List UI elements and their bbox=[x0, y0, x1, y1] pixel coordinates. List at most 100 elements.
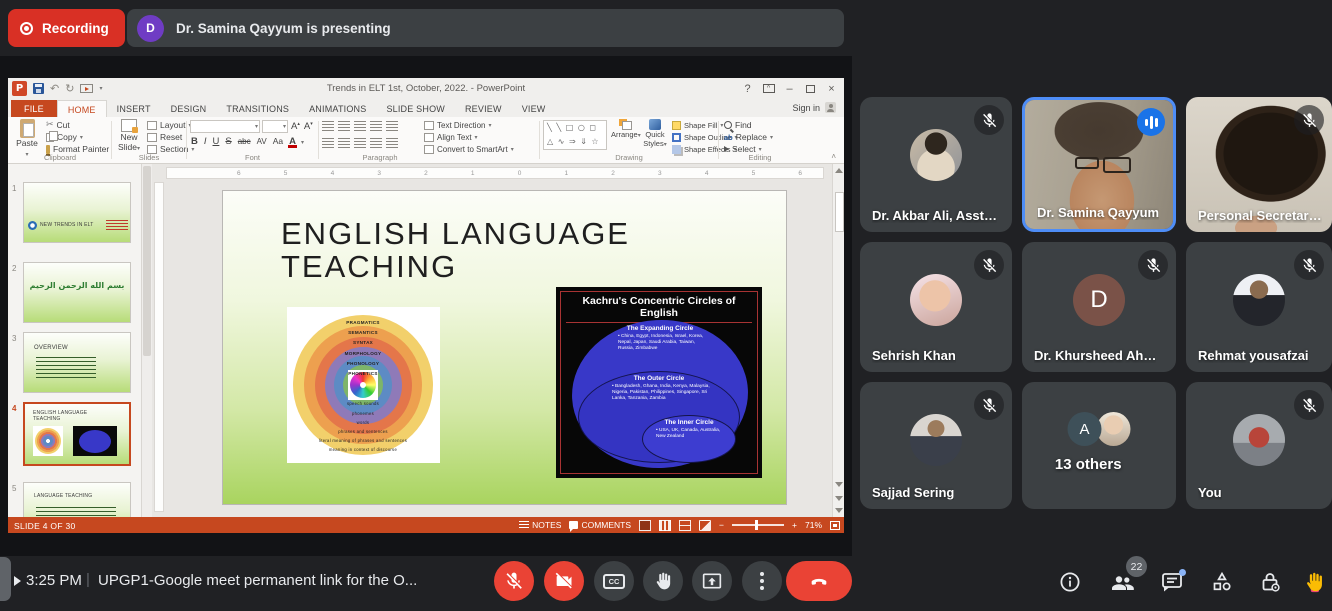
linguistics-rings-image[interactable]: PRAGMATICSSEMANTICSSYNTAXMORPHOLOGYPHONO… bbox=[287, 307, 440, 463]
zoom-in-button[interactable]: + bbox=[792, 520, 797, 530]
justify-icon[interactable] bbox=[370, 138, 382, 148]
host-controls-button[interactable] bbox=[1256, 568, 1284, 596]
ppt-tab-view[interactable]: VIEW bbox=[512, 100, 556, 117]
slideshow-view-button[interactable] bbox=[699, 520, 711, 531]
shrink-font-button[interactable]: A▾ bbox=[303, 121, 314, 132]
activities-button[interactable] bbox=[1208, 568, 1236, 596]
replace-button[interactable]: abReplace▾ bbox=[724, 132, 773, 142]
numbering-icon[interactable] bbox=[338, 121, 350, 131]
editor-scrollbar[interactable] bbox=[832, 164, 844, 517]
font-name-box[interactable] bbox=[190, 120, 260, 133]
shadow-button[interactable]: abc bbox=[237, 137, 252, 146]
slide-canvas[interactable]: ENGLISH LANGUAGE TEACHING PRAGMATICSSEMA… bbox=[222, 190, 787, 505]
close-button[interactable]: × bbox=[821, 80, 842, 97]
participants-button[interactable]: 22 bbox=[1108, 568, 1136, 596]
edge-handle[interactable] bbox=[0, 557, 11, 601]
decrease-indent-icon[interactable] bbox=[354, 121, 366, 131]
zoom-slider[interactable] bbox=[732, 524, 784, 526]
ppt-tab-animations[interactable]: ANIMATIONS bbox=[299, 100, 376, 117]
ppt-tab-file[interactable]: FILE bbox=[11, 100, 57, 117]
bullets-icon[interactable] bbox=[322, 121, 334, 131]
participant-tile-khursheed[interactable]: DDr. Khursheed Ah… bbox=[1022, 242, 1176, 372]
captions-button[interactable]: CC bbox=[594, 561, 634, 601]
align-center-icon[interactable] bbox=[338, 138, 350, 148]
participant-tile-akbar[interactable]: Dr. Akbar Ali, Asst… bbox=[860, 97, 1012, 232]
ppt-tab-home[interactable]: HOME bbox=[57, 100, 107, 117]
normal-view-button[interactable] bbox=[639, 520, 651, 531]
mic-toggle-button[interactable] bbox=[494, 561, 534, 601]
ppt-tab-design[interactable]: DESIGN bbox=[161, 100, 217, 117]
quick-styles-button[interactable]: Quick Styles▾ bbox=[640, 119, 670, 149]
slide-thumbnail-2[interactable]: بسم الله الرحمن الرحيم bbox=[23, 262, 131, 323]
italic-button[interactable]: I bbox=[203, 136, 208, 147]
chat-button[interactable] bbox=[1158, 568, 1186, 596]
underline-button[interactable]: U bbox=[212, 136, 221, 147]
comments-button[interactable]: COMMENTS bbox=[569, 520, 631, 530]
slide-thumbnail-1[interactable]: NEW TRENDS IN ELT bbox=[23, 182, 131, 243]
copy-button[interactable]: Copy▾ bbox=[46, 132, 109, 142]
participant-tile-samina[interactable]: Dr. Samina Qayyum bbox=[1022, 97, 1176, 232]
new-slide-button[interactable]: New Slide▾ bbox=[113, 119, 145, 153]
columns-icon[interactable] bbox=[386, 138, 398, 148]
align-right-icon[interactable] bbox=[354, 138, 366, 148]
slide-thumbnail-4[interactable]: ENGLISH LANGUAGE TEACHING bbox=[23, 402, 131, 466]
align-text-button[interactable]: Align Text▾ bbox=[424, 132, 514, 142]
participant-tile-sajjad[interactable]: Sajjad Sering bbox=[860, 382, 1012, 509]
end-call-button[interactable] bbox=[786, 561, 852, 601]
raised-hand-emoji[interactable] bbox=[1300, 568, 1328, 596]
change-case-button[interactable]: Aa bbox=[272, 136, 284, 146]
ppt-tab-slide-show[interactable]: SLIDE SHOW bbox=[376, 100, 455, 117]
slide-thumbnail-5[interactable]: LANGUAGE TEACHING bbox=[23, 482, 131, 517]
text-direction-button[interactable]: Text Direction▾ bbox=[424, 120, 514, 130]
sign-in-label: Sign in bbox=[792, 103, 820, 113]
minimize-button[interactable]: – bbox=[779, 80, 800, 97]
participant-tile-rehmat[interactable]: Rehmat yousafzai bbox=[1186, 242, 1332, 372]
reading-view-button[interactable] bbox=[679, 520, 691, 531]
elt-logo-icon bbox=[28, 221, 37, 230]
fit-to-window-button[interactable] bbox=[830, 521, 840, 530]
ribbon-options-button[interactable]: ^ bbox=[758, 80, 779, 97]
slide-title[interactable]: ENGLISH LANGUAGE TEACHING bbox=[281, 217, 671, 284]
find-button[interactable]: Find bbox=[724, 120, 773, 130]
notes-button[interactable]: NOTES bbox=[519, 520, 561, 530]
thumbnail-scrollbar[interactable] bbox=[142, 164, 152, 517]
help-button[interactable]: ? bbox=[737, 80, 758, 97]
font-size-box[interactable] bbox=[262, 120, 288, 133]
ruler-number: 6 bbox=[798, 168, 802, 180]
participant-tile-secretar[interactable]: Personal Secretar… bbox=[1186, 97, 1332, 232]
slide-thumbnail-3[interactable]: OVERVIEW bbox=[23, 332, 131, 393]
slide-sorter-view-button[interactable] bbox=[659, 520, 671, 531]
character-spacing-button[interactable]: AV bbox=[256, 137, 268, 146]
expand-caret-icon[interactable] bbox=[14, 576, 21, 586]
font-color-button[interactable]: A bbox=[288, 136, 297, 147]
avatar bbox=[910, 414, 962, 466]
ppt-tab-transitions[interactable]: TRANSITIONS bbox=[216, 100, 299, 117]
sign-in[interactable]: Sign in bbox=[792, 102, 836, 113]
grow-font-button[interactable]: A▴ bbox=[290, 121, 301, 132]
collapse-ribbon-icon[interactable]: ˄ bbox=[831, 152, 836, 161]
more-options-button[interactable] bbox=[742, 561, 782, 601]
align-left-icon[interactable] bbox=[322, 138, 334, 148]
participant-tile-others[interactable]: A13 others bbox=[1022, 382, 1176, 509]
quick-styles-icon bbox=[649, 119, 661, 130]
participant-tile-you[interactable]: You bbox=[1186, 382, 1332, 509]
zoom-out-button[interactable]: − bbox=[719, 520, 724, 530]
camera-toggle-button[interactable] bbox=[544, 561, 584, 601]
participant-tile-sehrish[interactable]: Sehrish Khan bbox=[860, 242, 1012, 372]
meeting-details-button[interactable] bbox=[1056, 568, 1084, 596]
line-spacing-icon[interactable] bbox=[386, 121, 398, 131]
cut-button[interactable]: ✂Cut bbox=[46, 120, 109, 130]
slide-editor[interactable]: 6543210123456 ENGLISH LANGUAGE TEACHING … bbox=[152, 164, 832, 517]
kachru-circles-image[interactable]: Kachru's Concentric Circles of English T… bbox=[556, 287, 762, 478]
shapes-gallery[interactable]: ╲ ╲ □ ○ ◻△ ∿ ⇒ ⇓ ☆ bbox=[543, 120, 607, 150]
arrange-button[interactable]: Arrange▾ bbox=[611, 119, 639, 140]
bold-button[interactable]: B bbox=[190, 136, 199, 147]
increase-indent-icon[interactable] bbox=[370, 121, 382, 131]
present-button[interactable] bbox=[692, 561, 732, 601]
strikethrough-button[interactable]: S bbox=[224, 136, 232, 147]
ppt-tab-review[interactable]: REVIEW bbox=[455, 100, 512, 117]
present-icon bbox=[702, 571, 722, 591]
raise-hand-button[interactable] bbox=[643, 561, 683, 601]
restore-button[interactable] bbox=[800, 80, 821, 97]
ppt-tab-insert[interactable]: INSERT bbox=[107, 100, 161, 117]
